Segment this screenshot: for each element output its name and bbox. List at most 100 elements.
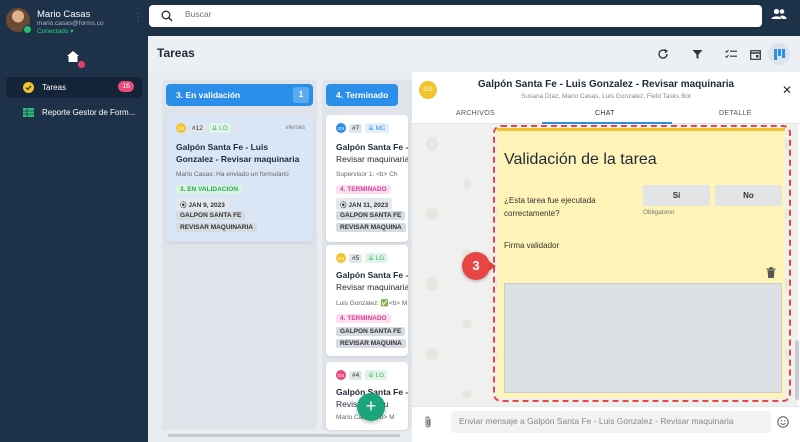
people-icon[interactable] — [771, 8, 789, 24]
column-title: 4. Terminado — [336, 90, 389, 100]
card-meta: GS #5 ⇊ LG — [336, 253, 388, 263]
card-avatar: GS — [176, 123, 186, 133]
signature-pad[interactable] — [504, 283, 782, 393]
card-title-line2: Revisar maquinaria — [336, 282, 408, 292]
user-status[interactable]: Conectado ▾ — [37, 27, 74, 35]
user-status-label: Conectado — [37, 28, 69, 35]
card-avatar: GS — [336, 123, 346, 133]
no-button[interactable]: No — [715, 185, 782, 206]
card-number: #7 — [349, 123, 363, 133]
status-badge: 4. TERMINADO — [336, 185, 391, 194]
task-card[interactable]: GS #7 ⇊ MC Galpón Santa Fe - I Revisar m… — [326, 115, 408, 242]
action-badge: REVISAR MAQUINARIA — [176, 223, 257, 232]
trash-icon[interactable] — [766, 267, 776, 278]
column-header[interactable]: 3. En validación 1 — [166, 84, 313, 106]
sidebar: Mario Casas mario.casas@forms.co Conecta… — [0, 0, 148, 442]
status-badge: 4. TERMINADO — [336, 314, 391, 323]
card-meta: GS #12 ⇊ LG — [176, 123, 231, 133]
tab-detalle[interactable]: DETALLE — [719, 110, 752, 117]
notification-badge — [78, 61, 85, 68]
date-badge: ⦿ JAN 9, 2023 — [176, 198, 229, 210]
task-card[interactable]: GS #5 ⇊ LG Galpón Santa Fe - I Revisar m… — [326, 245, 408, 356]
status-badge: 3. EN VALIDACION — [176, 185, 243, 194]
paperclip-icon[interactable] — [424, 416, 432, 431]
assignee-tag: ⇊ MC — [365, 123, 389, 133]
assignee-initials: LG — [375, 372, 385, 379]
sidebar-item-label: Reporte Gestor de Form... — [42, 108, 136, 117]
chat-scrollbar[interactable] — [795, 340, 799, 400]
board-scrollbar[interactable] — [168, 434, 400, 437]
signature-label: Firma validador — [504, 241, 560, 250]
assignee-initials: MC — [375, 125, 386, 132]
action-badge: REVISAR MAQUINA — [336, 223, 406, 232]
user-profile[interactable]: Mario Casas mario.casas@forms.co Conecta… — [6, 8, 143, 35]
search-icon — [161, 10, 173, 25]
card-title-line2: Revisar maquinaria — [336, 154, 408, 164]
filter-icon[interactable] — [688, 45, 706, 63]
avatar — [6, 8, 32, 34]
card-number: #12 — [189, 123, 206, 133]
sidebar-item-label: Tareas — [42, 83, 67, 92]
column-header[interactable]: 4. Terminado — [326, 84, 398, 106]
card-number: #5 — [349, 253, 363, 263]
card-title-line1: Galpón Santa Fe - Luis — [176, 142, 269, 152]
form-title: Validación de la tarea — [504, 151, 657, 168]
online-status-dot — [23, 25, 32, 34]
message-input[interactable]: Enviar mensaje a Galpón Santa Fe - Luis … — [451, 411, 771, 433]
assignee-initials: LG — [219, 125, 228, 132]
grid-report-icon — [23, 107, 34, 118]
panel-title: Galpón Santa Fe - Luis Gonzalez - Revisa… — [477, 79, 735, 90]
date-label: JAN 9, 2023 — [188, 202, 225, 209]
card-title-line2: Gonzalez - Revisar maquinaria — [176, 154, 300, 164]
assignee-initials: LG — [375, 255, 385, 262]
action-badge: REVISAR MAQUINA — [336, 339, 406, 348]
assignee-tag: ⇊ LG — [208, 123, 231, 133]
card-meta: GS #4 ⇊ LG — [336, 370, 388, 380]
close-icon[interactable]: ✕ — [782, 83, 792, 97]
date-label: JAN 11, 2023 — [348, 202, 389, 209]
calendar-icon[interactable] — [746, 45, 764, 63]
date-badge: ⦿ JAN 11, 2023 — [336, 198, 393, 210]
user-name: Mario Casas — [37, 9, 91, 20]
kanban-view-icon[interactable] — [768, 43, 790, 65]
emoji-icon[interactable] — [777, 416, 789, 431]
card-title-line1: Galpón Santa Fe - I — [336, 270, 408, 280]
card-day: viernes — [285, 125, 305, 131]
location-badge: GALPON SANTA FE — [336, 327, 406, 336]
home-icon[interactable] — [66, 50, 85, 68]
page-title: Tareas — [157, 46, 195, 60]
column-title: 3. En validación — [176, 90, 241, 100]
step-marker: 3 — [462, 252, 490, 280]
search-input[interactable] — [185, 9, 685, 19]
tab-chat[interactable]: CHAT — [595, 110, 615, 117]
card-subtitle: Mario Casas: Ha enviado un formulario — [176, 171, 289, 178]
card-number: #4 — [349, 370, 363, 380]
assignee-tag: ⇊ LG — [365, 370, 388, 380]
card-avatar: GS — [336, 370, 346, 380]
panel-subtitle: Susana Díaz, Mario Casas, Luis Gonzalez,… — [521, 93, 691, 100]
checklist-icon[interactable] — [722, 45, 740, 63]
location-badge: GALPON SANTA FE — [176, 211, 246, 220]
user-menu-icon[interactable]: ⋮ — [133, 13, 143, 23]
user-email: mario.casas@forms.co — [37, 20, 104, 27]
location-badge: GALPON SANTA FE — [336, 211, 406, 220]
task-card[interactable]: GS #12 ⇊ LG viernes Galpón Santa Fe - Lu… — [166, 115, 313, 242]
search-bar[interactable] — [149, 5, 762, 27]
refresh-icon[interactable] — [654, 45, 672, 63]
column-count: 1 — [293, 87, 309, 103]
check-circle-icon — [23, 82, 34, 93]
tab-archivos[interactable]: ARCHIVOS — [456, 110, 495, 117]
sidebar-item-reporte[interactable]: Reporte Gestor de Form... — [6, 102, 142, 123]
card-title-line1: Galpón Santa Fe - I — [336, 142, 408, 152]
assignee-tag: ⇊ LG — [365, 253, 388, 263]
task-count-badge: 16 — [118, 81, 134, 92]
add-task-button[interactable]: + — [357, 393, 385, 421]
sidebar-item-tareas[interactable]: Tareas 16 — [6, 77, 142, 98]
card-subtitle: Luis Gonzalez: ✅<b> M — [336, 300, 408, 307]
card-meta: GS #7 ⇊ MC — [336, 123, 389, 133]
yes-button[interactable]: Sí — [643, 185, 710, 206]
required-label: Obligatorio — [643, 209, 675, 216]
form-question: ¿Esta tarea fue ejecutada correctamente? — [504, 196, 596, 218]
card-subtitle: Supervisor 1: <b> Ch — [336, 171, 398, 178]
card-avatar: GS — [336, 253, 346, 263]
